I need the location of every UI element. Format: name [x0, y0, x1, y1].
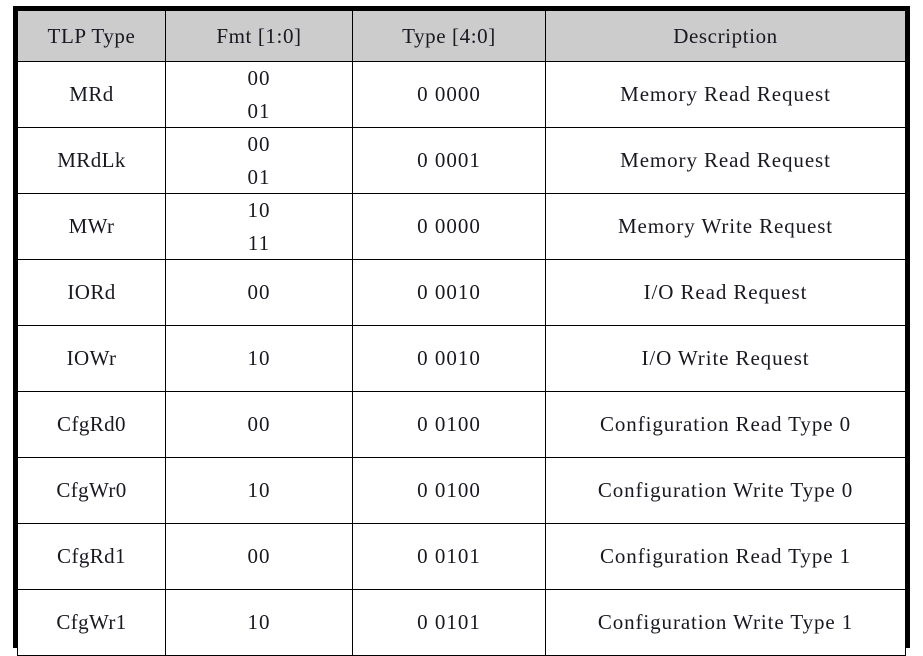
column-header-fmt-label: Fmt [1:0]	[216, 23, 302, 48]
cell-fmt: 10 11	[165, 193, 353, 260]
column-header-description: Description	[545, 10, 906, 62]
cell-description: Memory Read Request	[545, 127, 906, 194]
cell-tlp-type: MWr	[17, 193, 166, 260]
table-row: MRdLk 00 01 0 0001 Memory Read Request	[17, 127, 906, 194]
column-header-type: Type [4:0]	[352, 10, 546, 62]
cell-tlp-type: MRd	[17, 61, 166, 128]
cell-fmt: 10	[165, 589, 353, 656]
cell-tlp-type: CfgRd1	[17, 523, 166, 590]
cell-description: I/O Read Request	[545, 259, 906, 326]
cell-type: 0 0010	[352, 259, 546, 326]
cell-description: Memory Write Request	[545, 193, 906, 260]
cell-tlp-type: IORd	[17, 259, 166, 326]
column-header-type-label: Type [4:0]	[402, 23, 496, 48]
fmt-value: 10	[247, 610, 271, 634]
cell-description: Configuration Read Type 0	[545, 391, 906, 458]
tlp-type-table-container: TLP Type Fmt [1:0] Type [4:0] Descriptio…	[13, 6, 910, 656]
table-body: MRd 00 01 0 0000 Memory Read Request MRdLk 00 0…	[17, 61, 906, 656]
fmt-value: 11	[247, 230, 271, 255]
tlp-type-table: TLP Type Fmt [1:0] Type [4:0] Descriptio…	[17, 10, 906, 656]
fmt-value-stack: 00 01	[166, 66, 352, 124]
table-row: IORd 00 0 0010 I/O Read Request	[17, 259, 906, 326]
fmt-value: 00	[247, 544, 271, 568]
column-header-description-label: Description	[673, 23, 778, 48]
cell-type: 0 0100	[352, 391, 546, 458]
fmt-value: 01	[247, 98, 271, 123]
column-header-tlp-type: TLP Type	[17, 10, 166, 62]
table-row: CfgRd1 00 0 0101 Configuration Read Type 1	[17, 523, 906, 590]
cell-description: Configuration Write Type 0	[545, 457, 906, 524]
cell-tlp-type: IOWr	[17, 325, 166, 392]
table-row: IOWr 10 0 0010 I/O Write Request	[17, 325, 906, 392]
cell-fmt: 10	[165, 457, 353, 524]
fmt-value: 00	[247, 65, 271, 90]
fmt-value-stack: 10 11	[166, 198, 352, 256]
cell-tlp-type: MRdLk	[17, 127, 166, 194]
cell-type: 0 0101	[352, 589, 546, 656]
fmt-value: 10	[247, 197, 271, 222]
cell-fmt: 00 01	[165, 127, 353, 194]
cell-type: 0 0001	[352, 127, 546, 194]
cell-tlp-type: CfgWr1	[17, 589, 166, 656]
fmt-value: 00	[247, 280, 271, 304]
table-row: CfgWr0 10 0 0100 Configuration Write Type 0	[17, 457, 906, 524]
cell-type: 0 0000	[352, 61, 546, 128]
cell-fmt: 00 01	[165, 61, 353, 128]
cell-description: Configuration Write Type 1	[545, 589, 906, 656]
table-row: MRd 00 01 0 0000 Memory Read Request	[17, 61, 906, 128]
fmt-value: 00	[247, 412, 271, 436]
table-header: TLP Type Fmt [1:0] Type [4:0] Descriptio…	[17, 10, 906, 62]
cell-description: Configuration Read Type 1	[545, 523, 906, 590]
cell-type: 0 0101	[352, 523, 546, 590]
cell-description: Memory Read Request	[545, 61, 906, 128]
table-row: CfgWr1 10 0 0101 Configuration Write Type 1	[17, 589, 906, 656]
table-header-row: TLP Type Fmt [1:0] Type [4:0] Descriptio…	[17, 10, 906, 62]
column-header-tlp-type-label: TLP Type	[47, 23, 136, 48]
column-header-fmt: Fmt [1:0]	[165, 10, 353, 62]
cell-fmt: 00	[165, 391, 353, 458]
cell-fmt: 00	[165, 259, 353, 326]
cell-tlp-type: CfgRd0	[17, 391, 166, 458]
fmt-value-stack: 00 01	[166, 132, 352, 190]
cell-tlp-type: CfgWr0	[17, 457, 166, 524]
fmt-value: 01	[247, 164, 271, 189]
cell-type: 0 0100	[352, 457, 546, 524]
cell-fmt: 10	[165, 325, 353, 392]
table-row: CfgRd0 00 0 0100 Configuration Read Type 0	[17, 391, 906, 458]
cell-type: 0 0010	[352, 325, 546, 392]
cell-fmt: 00	[165, 523, 353, 590]
fmt-value: 10	[247, 346, 271, 370]
fmt-value: 10	[247, 478, 271, 502]
cell-type: 0 0000	[352, 193, 546, 260]
table-row: MWr 10 11 0 0000 Memory Write Request	[17, 193, 906, 260]
cell-description: I/O Write Request	[545, 325, 906, 392]
fmt-value: 00	[247, 131, 271, 156]
